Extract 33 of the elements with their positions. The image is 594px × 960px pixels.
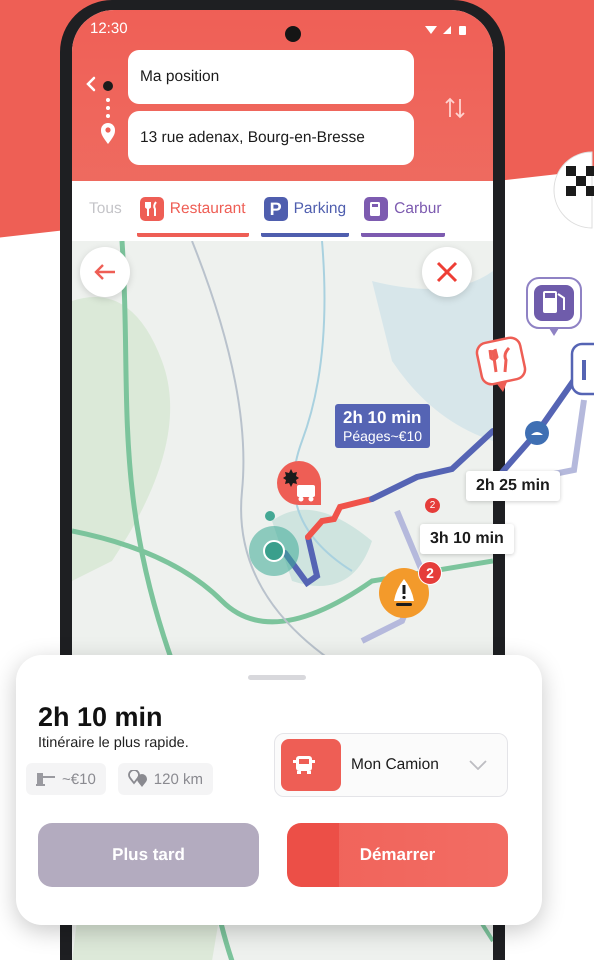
vehicle-select[interactable]: Mon Camion bbox=[274, 733, 508, 797]
parking-icon: P bbox=[264, 197, 288, 221]
status-time: 12:30 bbox=[90, 20, 128, 36]
destination-field[interactable]: 13 rue adenax, Bourg-en-Bresse bbox=[128, 111, 414, 165]
chevron-down-icon bbox=[469, 760, 487, 770]
drag-handle[interactable] bbox=[248, 675, 306, 680]
current-position-marker bbox=[249, 526, 299, 576]
toll-text: Péages~€10 bbox=[343, 428, 422, 444]
origin-field[interactable]: Ma position bbox=[128, 50, 414, 104]
duration-title: 2h 10 min bbox=[38, 702, 164, 733]
camera-marker-icon bbox=[525, 421, 549, 445]
fork-knife-marker-icon bbox=[475, 336, 527, 394]
toll-icon bbox=[36, 771, 56, 787]
route-description: Itinéraire le plus rapide. bbox=[38, 735, 190, 751]
distance-text: 120 km bbox=[154, 770, 203, 788]
fuel-marker-icon bbox=[525, 276, 583, 338]
pins-icon bbox=[128, 770, 148, 788]
filter-tab[interactable]: Restaurant bbox=[136, 181, 249, 237]
route-label[interactable]: 2h 10 min Péages~€10 bbox=[335, 404, 430, 448]
camera-icon bbox=[285, 26, 302, 42]
start-button[interactable]: Démarrer bbox=[287, 823, 508, 887]
filter-tab[interactable]: Carbur bbox=[361, 181, 445, 237]
alternative-route-label[interactable]: 2h 25 min bbox=[466, 471, 560, 501]
truck-marker-icon bbox=[277, 459, 321, 507]
status-icons bbox=[424, 24, 469, 36]
duration-text: 2h 10 min bbox=[343, 408, 422, 428]
toll-text: ~€10 bbox=[62, 770, 96, 788]
fork-knife-icon bbox=[140, 197, 164, 221]
fuel-icon bbox=[364, 197, 388, 221]
close-icon bbox=[436, 261, 458, 283]
back-arrow-icon bbox=[94, 263, 116, 281]
alternative-route-label[interactable]: 3h 10 min bbox=[420, 524, 514, 554]
filter-tab[interactable]: P Parking bbox=[260, 181, 350, 237]
